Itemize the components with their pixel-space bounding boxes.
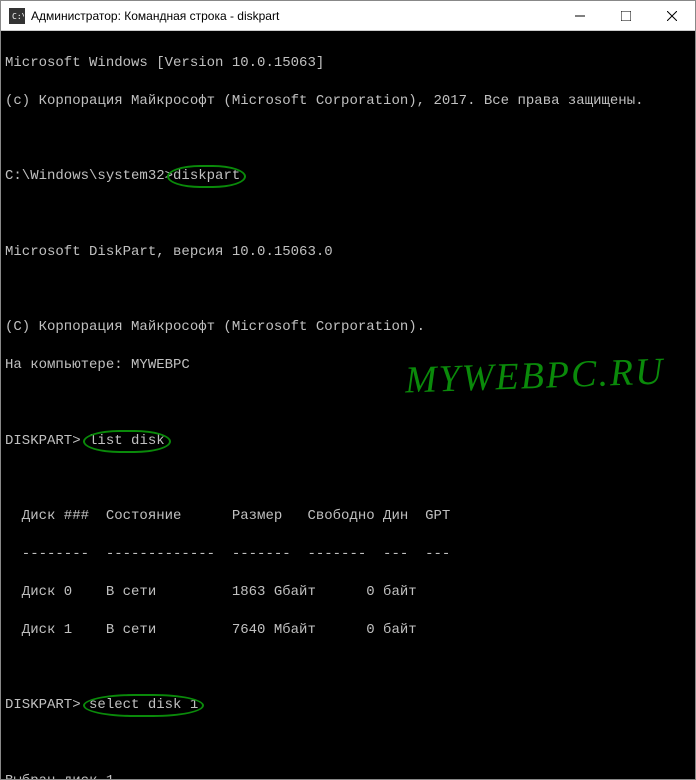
- command-prompt-window: C:\ Администратор: Командная строка - di…: [0, 0, 696, 780]
- titlebar[interactable]: C:\ Администратор: Командная строка - di…: [1, 1, 695, 31]
- window-controls: [557, 1, 695, 31]
- blank-line: [5, 658, 691, 677]
- cmd-icon: C:\: [9, 8, 25, 24]
- table-row: Диск 0 В сети 1863 Gбайт 0 байт: [5, 583, 691, 602]
- copyright-line: (c) Корпорация Майкрософт (Microsoft Cor…: [5, 92, 691, 111]
- blank-line: [5, 469, 691, 488]
- prompt-path: C:\Windows\system32>: [5, 168, 173, 184]
- cmd-select-disk: select disk 1: [89, 696, 198, 715]
- diskpart-version: Microsoft DiskPart, версия 10.0.15063.0: [5, 243, 691, 262]
- table-row: Диск 1 В сети 7640 Mбайт 0 байт: [5, 621, 691, 640]
- table-divider: -------- ------------- ------- ------- -…: [5, 545, 691, 564]
- table-header: Диск ### Состояние Размер Свободно Дин G…: [5, 507, 691, 526]
- close-button[interactable]: [649, 1, 695, 31]
- diskpart-copyright: (C) Корпорация Майкрософт (Microsoft Cor…: [5, 318, 691, 337]
- dp-prompt: DISKPART>: [5, 433, 81, 449]
- diskpart-computer: На компьютере: MYWEBPC: [5, 356, 691, 375]
- msg-selected: Выбран диск 1.: [5, 772, 691, 779]
- dp-prompt: DISKPART>: [5, 697, 81, 713]
- diskpart-prompt: DISKPART> select disk 1: [5, 696, 691, 715]
- minimize-button[interactable]: [557, 1, 603, 31]
- blank-line: [5, 281, 691, 300]
- diskpart-prompt: DISKPART> list disk: [5, 432, 691, 451]
- version-line: Microsoft Windows [Version 10.0.15063]: [5, 54, 691, 73]
- blank-line: [5, 394, 691, 413]
- cmd-list-disk: list disk: [89, 432, 165, 451]
- cmd-diskpart: diskpart: [173, 167, 240, 186]
- blank-line: [5, 129, 691, 148]
- prompt-line: C:\Windows\system32>diskpart: [5, 167, 691, 186]
- terminal-output[interactable]: Microsoft Windows [Version 10.0.15063] (…: [1, 31, 695, 779]
- blank-line: [5, 734, 691, 753]
- maximize-button[interactable]: [603, 1, 649, 31]
- titlebar-text: Администратор: Командная строка - diskpa…: [31, 9, 557, 23]
- svg-text:C:\: C:\: [12, 12, 24, 21]
- blank-line: [5, 205, 691, 224]
